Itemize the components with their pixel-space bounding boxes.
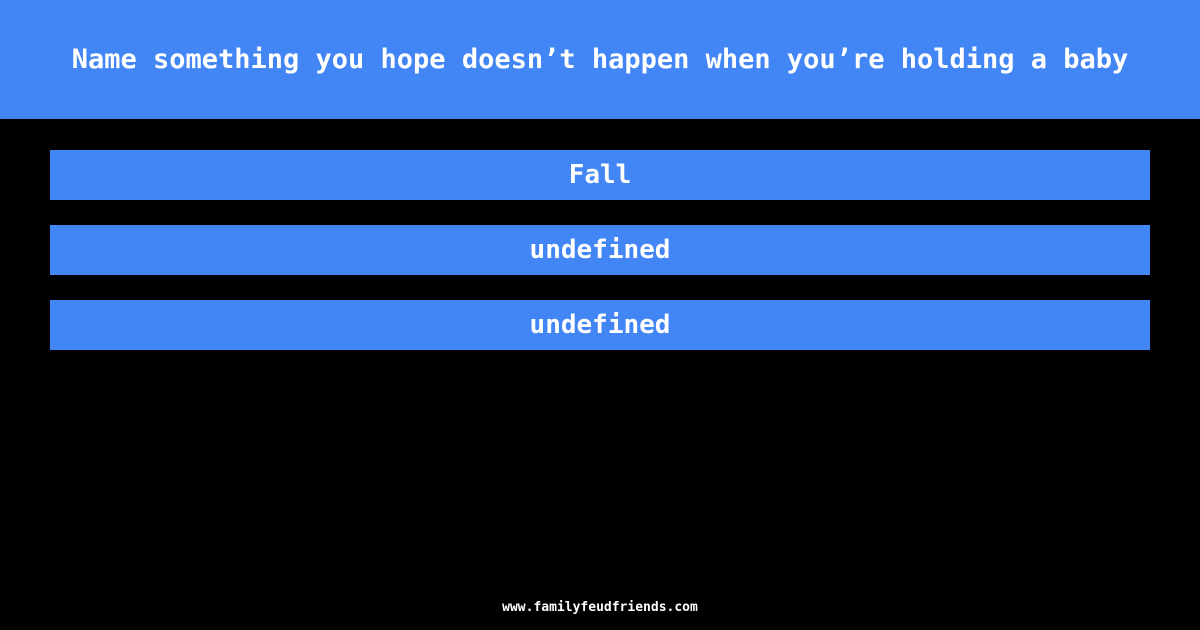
question-header: Name something you hope doesn’t happen w… (0, 0, 1200, 119)
answer-label: undefined (529, 235, 671, 265)
answers-list: Fall undefined undefined (50, 150, 1150, 350)
question-text: Name something you hope doesn’t happen w… (71, 43, 1129, 75)
answer-label: Fall (568, 160, 632, 190)
footer: www.familyfeudfriends.com (0, 601, 1200, 614)
answer-row[interactable]: undefined (50, 300, 1150, 350)
answer-row[interactable]: undefined (50, 225, 1150, 275)
footer-site-url: www.familyfeudfriends.com (502, 600, 698, 615)
answer-label: undefined (529, 310, 671, 340)
answer-row[interactable]: Fall (50, 150, 1150, 200)
family-feud-question-card: Name something you hope doesn’t happen w… (0, 0, 1200, 630)
